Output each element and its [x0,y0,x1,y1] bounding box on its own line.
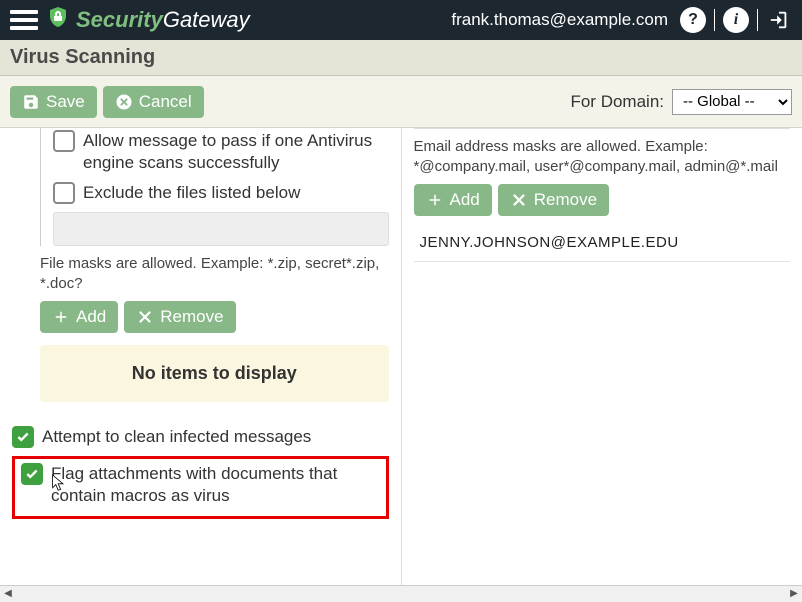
file-masks-hint: File masks are allowed. Example: *.zip, … [40,254,389,293]
cancel-button-label: Cancel [139,92,192,112]
help-icon[interactable]: ? [680,7,706,33]
page-title: Virus Scanning [10,46,155,69]
add-email-label: Add [450,190,480,210]
scroll-left-arrow[interactable]: ◀ [0,586,16,602]
user-email: frank.thomas@example.com [451,10,668,30]
add-file-button[interactable]: Add [40,301,118,333]
cancel-icon [115,93,133,111]
menu-icon[interactable] [10,6,38,34]
list-item[interactable]: JENNY.JOHNSON@EXAMPLE.EDU [414,224,791,262]
remove-email-label: Remove [534,190,597,210]
divider [714,9,715,31]
cancel-button[interactable]: Cancel [103,86,204,118]
save-button-label: Save [46,92,85,112]
checkbox-attempt-clean[interactable] [12,426,34,448]
cursor-icon [51,473,67,493]
remove-file-button[interactable]: Remove [124,301,235,333]
main-content: Allow message to pass if one Antivirus e… [0,128,802,585]
save-icon [22,93,40,111]
email-list: JENNY.JOHNSON@EXAMPLE.EDU [414,224,791,262]
checkbox-flag-macros[interactable] [21,463,43,485]
shield-icon [46,5,70,35]
action-bar: Save Cancel For Domain: -- Global -- [0,76,802,128]
horizontal-scrollbar[interactable]: ◀ ▶ [0,585,802,601]
no-items-message: No items to display [40,345,389,402]
close-icon [510,191,528,209]
label-flag-macros: Flag attachments with documents that con… [51,463,380,507]
divider [757,9,758,31]
page-title-bar: Virus Scanning [0,40,802,76]
label-allow-pass: Allow message to pass if one Antivirus e… [83,130,389,174]
save-button[interactable]: Save [10,86,97,118]
checkbox-exclude-files[interactable] [53,182,75,204]
logo-text-security: Security [76,7,163,33]
domain-select[interactable]: -- Global -- [672,89,792,115]
scroll-right-arrow[interactable]: ▶ [786,586,802,602]
email-masks-hint: Email address masks are allowed. Example… [414,137,791,176]
remove-email-button[interactable]: Remove [498,184,609,216]
add-email-button[interactable]: Add [414,184,492,216]
add-file-label: Add [76,307,106,327]
highlighted-option: Flag attachments with documents that con… [12,456,389,518]
left-panel: Allow message to pass if one Antivirus e… [0,128,402,585]
top-bar: SecurityGateway frank.thomas@example.com… [0,0,802,40]
logout-icon[interactable] [766,7,792,33]
plus-icon [426,191,444,209]
logo-text-gateway: Gateway [163,7,250,33]
right-panel: Email address masks are allowed. Example… [402,128,802,585]
app-logo: SecurityGateway [46,5,250,35]
plus-icon [52,308,70,326]
file-mask-input[interactable] [53,212,389,246]
label-exclude-files: Exclude the files listed below [83,182,300,204]
checkbox-allow-pass[interactable] [53,130,75,152]
remove-file-label: Remove [160,307,223,327]
close-icon [136,308,154,326]
info-icon[interactable]: i [723,7,749,33]
domain-label: For Domain: [570,92,664,112]
label-attempt-clean: Attempt to clean infected messages [42,426,311,448]
scroll-track[interactable] [16,586,786,602]
